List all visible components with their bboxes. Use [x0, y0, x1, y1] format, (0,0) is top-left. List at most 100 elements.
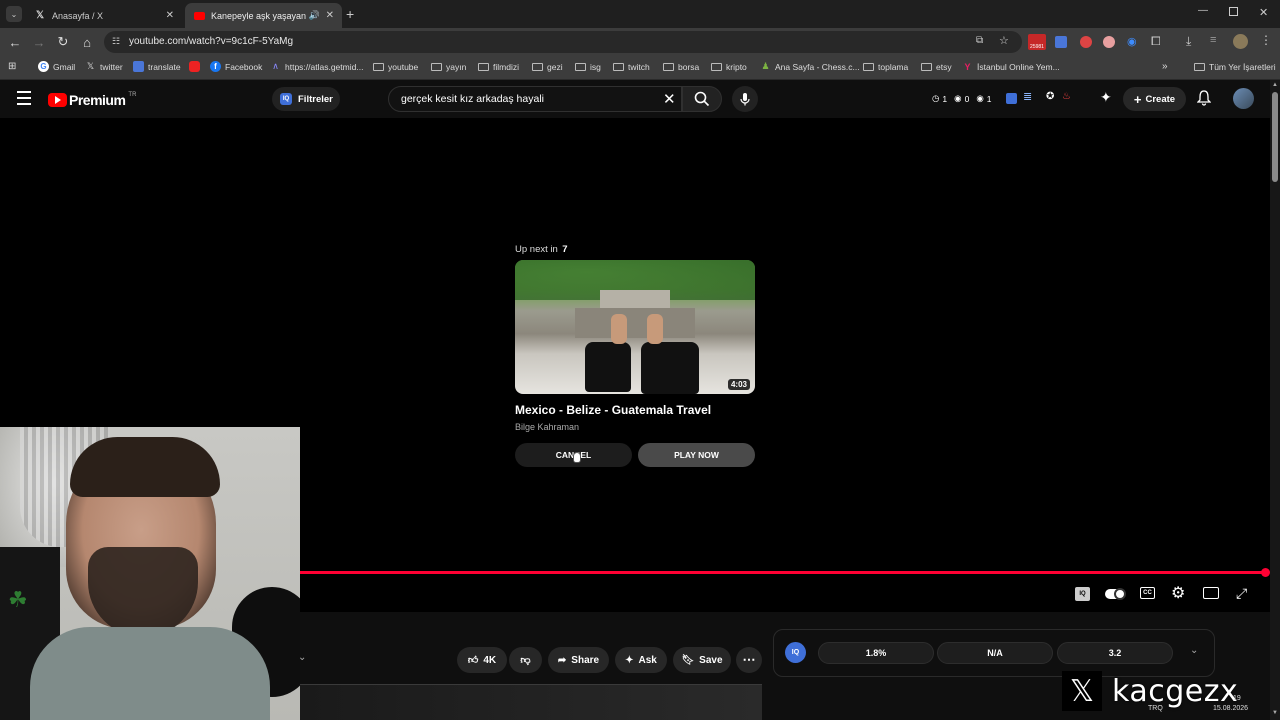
extension-badge-icon[interactable]: 25981	[1028, 34, 1046, 50]
apps-grid-icon[interactable]: ⊞	[8, 61, 16, 72]
progress-bar[interactable]	[300, 568, 1270, 577]
forward-icon[interactable]: →	[31, 34, 47, 50]
bookmark-chess[interactable]: ♟ Ana Sayfa - Chess.c...	[760, 61, 859, 72]
translate-extension-icon[interactable]	[1055, 36, 1067, 48]
play-now-button[interactable]: PLAY NOW	[638, 443, 755, 467]
youtube-logo[interactable]: Premium TR	[48, 92, 136, 108]
extensions-puzzle-icon[interactable]: ⧠	[1151, 34, 1161, 49]
watch-below-strip	[300, 684, 762, 720]
hamburger-menu-icon[interactable]	[16, 91, 32, 105]
audio-playing-icon[interactable]: 🔊	[309, 10, 320, 21]
ask-button[interactable]: ✦ Ask	[615, 647, 667, 673]
bookmark-youtube[interactable]	[189, 61, 204, 72]
legs-shape	[585, 342, 631, 392]
bookmark-folder-yayin[interactable]: yayın	[431, 61, 466, 72]
scroll-up-icon[interactable]: ▲	[1272, 82, 1278, 88]
account-avatar[interactable]	[1233, 88, 1254, 109]
chrome-menu-icon[interactable]: ⋮	[1260, 33, 1272, 47]
bookmark-folder-toplama[interactable]: toplama	[863, 61, 908, 72]
like-count: 4K	[483, 654, 497, 666]
up-next-title[interactable]: Mexico - Belize - Guatemala Travel	[515, 403, 711, 417]
bookmark-translate[interactable]: translate	[133, 61, 181, 72]
extension-icon[interactable]	[1080, 36, 1092, 48]
create-button[interactable]: + Create	[1123, 87, 1186, 111]
reading-list-icon[interactable]: ≡	[1210, 34, 1216, 46]
bookmark-twitter[interactable]: 𝕏twitter	[85, 61, 123, 72]
iq-player-icon[interactable]: IQ	[1075, 587, 1090, 601]
browser-toolbar: ← → ↻ ⌂ ☷ youtube.com/watch?v=9c1cF-5YaM…	[0, 28, 1280, 56]
tab-title: Anasayfa / X	[52, 10, 104, 21]
miniplayer-icon[interactable]	[1203, 587, 1219, 599]
new-tab-button[interactable]: +	[346, 6, 354, 22]
bookmark-facebook[interactable]: f Facebook	[210, 61, 262, 72]
bookmark-folder-isg[interactable]: isg	[575, 61, 601, 72]
more-actions-button[interactable]: ⋯	[736, 647, 762, 673]
bookmark-folder-kripto[interactable]: kripto	[711, 61, 747, 72]
tab-youtube-video[interactable]: Kanepeyle aşk yaşayan Sar 🔊 ✕	[185, 3, 342, 28]
close-tab-icon[interactable]: ✕	[326, 10, 334, 21]
settings-gear-icon[interactable]: ⚙	[1171, 583, 1185, 603]
award-icon[interactable]: ✪	[1046, 91, 1054, 102]
bookmark-yemeksepeti[interactable]: Y İstanbul Online Yem...	[962, 61, 1059, 72]
autoplay-toggle[interactable]	[1105, 588, 1126, 600]
bookmark-star-icon[interactable]: ☆	[999, 34, 1009, 47]
iq-extension-icon[interactable]	[1006, 93, 1017, 104]
page-scrollbar[interactable]: ▲ ▼	[1270, 80, 1280, 720]
address-bar[interactable]: ☷ youtube.com/watch?v=9c1cF-5YaMg ⧉ ☆	[104, 31, 1022, 53]
share-button[interactable]: ➦ Share	[548, 647, 609, 673]
reload-icon[interactable]: ↻	[55, 34, 71, 50]
eye-icon: ◉	[954, 93, 962, 103]
download-icon[interactable]: ⤓	[1186, 34, 1191, 49]
scrollbar-thumb[interactable]	[1272, 92, 1278, 182]
share-icon: ➦	[557, 654, 567, 666]
install-app-icon[interactable]: ⧉	[976, 35, 983, 46]
scroll-down-icon[interactable]: ▼	[1272, 710, 1278, 716]
progress-scrubber[interactable]	[1261, 568, 1270, 577]
tab-search-button[interactable]: ⌄	[6, 6, 22, 22]
iq-extension-icon[interactable]: IQ	[785, 642, 806, 663]
search-input[interactable]: gerçek kesit kız arkadaş hayali ✕	[388, 86, 682, 112]
save-button[interactable]: 🔖︎ Save	[673, 647, 731, 673]
more-bookmarks-icon[interactable]: »	[1162, 61, 1168, 72]
bookmark-folder-gezi[interactable]: gezi	[532, 61, 563, 72]
profile-avatar[interactable]	[1233, 34, 1248, 49]
fullscreen-icon[interactable]: ⤢	[1236, 585, 1247, 602]
home-icon[interactable]: ⌂	[79, 34, 95, 50]
minimize-icon[interactable]: —	[1198, 5, 1208, 16]
back-icon[interactable]: ←	[7, 34, 23, 50]
bookmark-gmail[interactable]: G Gmail	[38, 61, 75, 72]
extension-icon[interactable]: ◉	[1127, 35, 1137, 48]
logo-country: TR	[128, 92, 137, 98]
expand-stats-icon[interactable]: ⌄	[1190, 645, 1198, 656]
like-button[interactable]: 👍︎ 4K	[457, 647, 507, 673]
up-next-channel[interactable]: Bilge Kahraman	[515, 422, 579, 432]
filters-button[interactable]: IQ Filtreler	[272, 87, 340, 111]
search-button[interactable]	[682, 86, 722, 112]
bookmark-folder-filmdizi[interactable]: filmdizi	[478, 61, 519, 72]
bookmark-all-bookmarks[interactable]: Tüm Yer İşaretleri	[1194, 61, 1276, 72]
up-next-thumbnail[interactable]: 4:03	[515, 260, 755, 394]
bookmark-folder-youtube[interactable]: youtube	[373, 61, 418, 72]
bookmark-folder-borsa[interactable]: borsa	[663, 61, 699, 72]
close-tab-icon[interactable]: ✕	[166, 10, 174, 21]
tab-x-home[interactable]: 𝕏 Anasayfa / X ✕	[26, 3, 182, 28]
stat-pill: 1.8%	[818, 642, 934, 664]
bookmark-atlas[interactable]: ∧ https://atlas.getmid...	[270, 61, 363, 72]
gemini-icon[interactable]: ✦	[1100, 89, 1112, 106]
clear-search-icon[interactable]: ✕	[663, 90, 676, 108]
list-extension-icon[interactable]: ≣	[1023, 90, 1032, 103]
voice-search-button[interactable]	[732, 86, 758, 112]
notifications-bell-icon[interactable]	[1196, 90, 1212, 111]
folder-icon	[1194, 61, 1205, 72]
bell-extension-icon[interactable]: ♨	[1062, 91, 1071, 102]
extension-icon[interactable]	[1103, 36, 1115, 48]
restore-icon[interactable]	[1229, 7, 1238, 16]
captions-icon[interactable]: CC	[1140, 587, 1155, 599]
bookmark-folder-etsy[interactable]: etsy	[921, 61, 952, 72]
close-window-icon[interactable]: ✕	[1259, 6, 1268, 19]
bookmark-folder-twitch[interactable]: twitch	[613, 61, 650, 72]
site-info-icon[interactable]: ☷	[112, 36, 120, 47]
tab-strip: ⌄ 𝕏 Anasayfa / X ✕ Kanepeyle aşk yaşayan…	[0, 0, 1280, 28]
webcam-overlay: ☘	[0, 427, 300, 720]
dislike-button[interactable]: 👎︎	[509, 647, 542, 673]
